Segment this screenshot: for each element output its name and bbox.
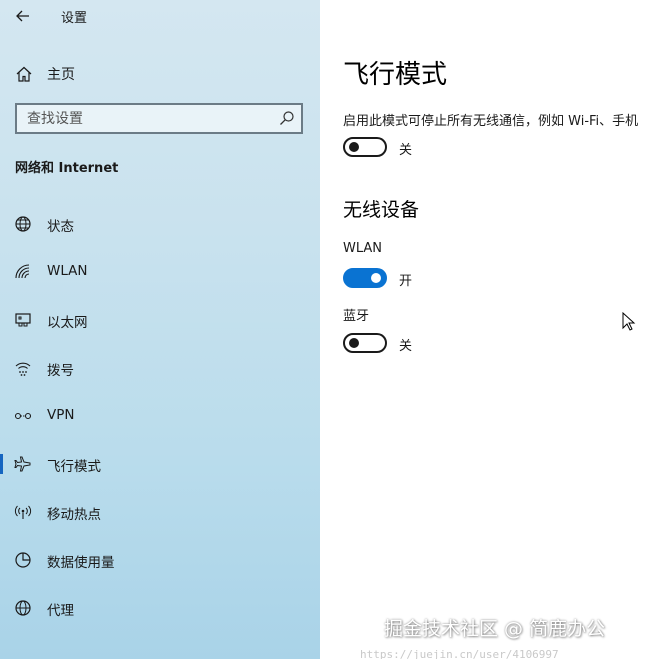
sidebar-item-label: 拨号 [47, 363, 74, 379]
bluetooth-label: 蓝牙 [343, 309, 370, 324]
airplane-toggle-state: 关 [399, 143, 413, 158]
sidebar-item-label: 数据使用量 [47, 555, 115, 571]
globe-proxy-icon [15, 600, 31, 616]
bluetooth-toggle[interactable] [343, 333, 387, 353]
data-usage-icon [15, 552, 31, 568]
page-title: 飞行模式 [343, 60, 448, 90]
sidebar-item-wlan[interactable]: WLAN [0, 252, 320, 292]
hotspot-icon [14, 505, 32, 519]
sidebar-item-label: 以太网 [47, 315, 88, 331]
search-input[interactable] [17, 105, 267, 132]
sidebar: 设置 主页 网络和 Internet 状态 WLAN [0, 0, 320, 659]
home-nav[interactable]: 主页 [0, 56, 320, 90]
sidebar-item-dialup[interactable]: 拨号 [0, 348, 320, 388]
search-box[interactable] [15, 103, 303, 134]
sidebar-item-mobile-hotspot[interactable]: 移动热点 [0, 492, 320, 532]
vpn-icon [14, 412, 32, 420]
dialup-icon [15, 362, 31, 376]
sidebar-item-label: 代理 [47, 603, 74, 619]
toggle-knob [371, 273, 381, 283]
wlan-toggle[interactable] [343, 268, 387, 288]
main-content: 飞行模式 启用此模式可停止所有无线通信，例如 Wi-Fi、手机 关 无线设备 W… [320, 0, 656, 659]
home-label: 主页 [47, 67, 75, 83]
sidebar-item-label: 状态 [47, 219, 74, 235]
sidebar-item-ethernet[interactable]: 以太网 [0, 300, 320, 340]
wlan-toggle-state: 开 [399, 274, 413, 289]
back-arrow-icon [16, 10, 29, 22]
bluetooth-toggle-state: 关 [399, 339, 413, 354]
globe-status-icon [15, 216, 31, 232]
sidebar-item-proxy[interactable]: 代理 [0, 588, 320, 628]
title-bar: 设置 [0, 0, 320, 32]
ethernet-icon [15, 313, 31, 327]
back-button[interactable] [10, 4, 36, 28]
wireless-devices-title: 无线设备 [343, 199, 420, 221]
app-title: 设置 [61, 11, 88, 26]
sidebar-item-label: WLAN [47, 263, 88, 279]
sidebar-item-data-usage[interactable]: 数据使用量 [0, 540, 320, 580]
home-icon [16, 66, 32, 82]
wlan-label: WLAN [343, 241, 383, 256]
mouse-cursor-icon [622, 312, 636, 331]
sidebar-item-airplane-mode[interactable]: 飞行模式 [0, 444, 320, 484]
sidebar-item-label: 飞行模式 [47, 459, 101, 475]
toggle-knob [349, 142, 359, 152]
sidebar-item-vpn[interactable]: VPN [0, 396, 320, 436]
airplane-mode-toggle[interactable] [343, 137, 387, 157]
search-icon[interactable] [279, 110, 295, 126]
sidebar-item-label: VPN [47, 407, 75, 423]
watermark-url: https://juejin.cn/user/4106997 [360, 648, 559, 659]
airplane-icon [14, 456, 31, 472]
airplane-description: 启用此模式可停止所有无线通信，例如 Wi-Fi、手机 [343, 114, 639, 129]
section-title: 网络和 Internet [15, 161, 119, 176]
wifi-icon [15, 264, 30, 279]
sidebar-item-status[interactable]: 状态 [0, 204, 320, 244]
watermark: 掘金技术社区 @ 简鹿办公 [384, 618, 606, 640]
sidebar-item-label: 移动热点 [47, 507, 101, 523]
toggle-knob [349, 338, 359, 348]
